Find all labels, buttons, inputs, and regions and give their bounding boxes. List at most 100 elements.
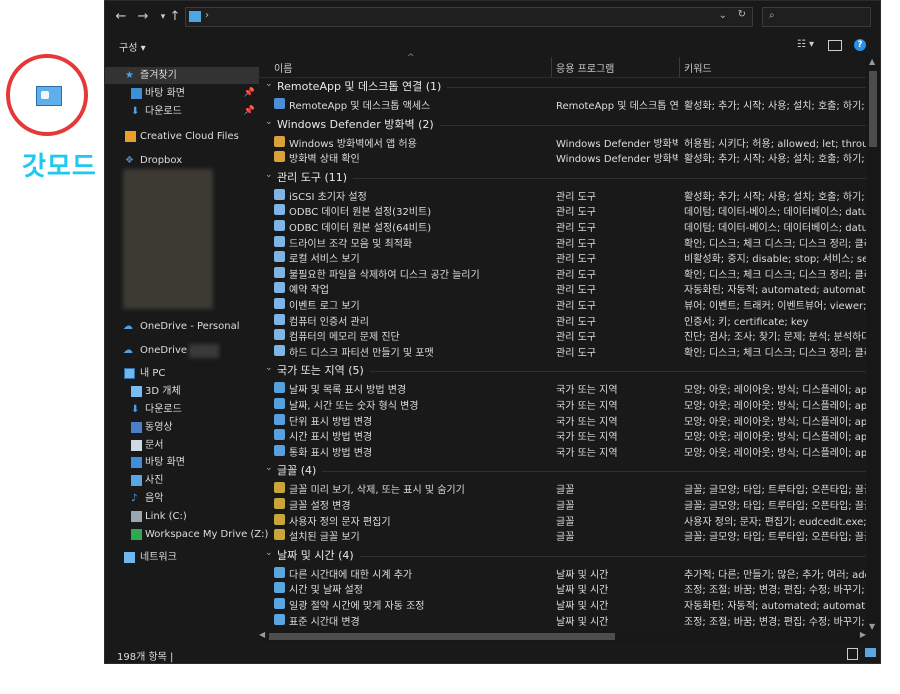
scroll-left-icon[interactable]: ◀ bbox=[259, 630, 265, 639]
vertical-scrollbar[interactable]: ▲ ▼ bbox=[866, 57, 880, 631]
scroll-up-icon[interactable]: ▲ bbox=[869, 57, 875, 66]
control-panel-item-icon bbox=[274, 429, 285, 441]
list-item[interactable]: 컴퓨터의 메모리 문제 진단 관리 도구 진단; 검사; 조사; 찾기; 문제; 분… bbox=[259, 327, 866, 343]
item-keywords: 모양; 아웃; 레이아웃; 방식; 디스플레이; appea bbox=[684, 432, 866, 444]
chevron-down-icon[interactable]: ⌄ bbox=[265, 117, 273, 127]
chevron-down-icon[interactable]: ⌄ bbox=[265, 79, 273, 89]
sidebar-item-downloads-pinned[interactable]: ⬇ 다운로드 📌 bbox=[105, 103, 259, 120]
sidebar-item-onedrive-personal[interactable]: ☁ OneDrive - Personal bbox=[105, 318, 259, 335]
sidebar-item-drive-z[interactable]: Workspace My Drive (Z:) bbox=[105, 526, 268, 543]
group-header[interactable]: ⌄ 국가 또는 지역 (5) bbox=[259, 363, 866, 379]
large-icons-view-icon[interactable] bbox=[865, 648, 876, 657]
up-arrow-icon[interactable]: ↑ bbox=[167, 9, 183, 25]
dropbox-icon: ❖ bbox=[125, 155, 134, 166]
group-header[interactable]: ⌄ 날짜 및 시간 (4) bbox=[259, 548, 866, 564]
sidebar-item-3d-objects[interactable]: 3D 개체 bbox=[105, 383, 259, 400]
item-name: 이벤트 로그 보기 bbox=[289, 301, 360, 312]
chevron-down-icon[interactable]: ⌄ bbox=[265, 170, 273, 180]
control-panel-item-icon bbox=[274, 298, 285, 309]
chevron-down-icon[interactable]: ⌄ bbox=[265, 463, 273, 473]
control-panel-item-icon bbox=[274, 566, 285, 578]
list-item[interactable]: RemoteApp 및 데스크톱 액세스 RemoteApp 및 데스크톱 연결 활… bbox=[259, 96, 866, 112]
list-item[interactable]: ODBC 데이터 원본 설정(64비트) 관리 도구 데이텀; 데이터-베이스; 데… bbox=[259, 218, 866, 234]
column-keywords[interactable]: 키워드 bbox=[684, 60, 712, 75]
sidebar-item-creative-cloud[interactable]: Creative Cloud Files bbox=[105, 128, 259, 145]
list-item[interactable]: ODBC 데이터 원본 설정(32비트) 관리 도구 데이텀; 데이터-베이스; 데… bbox=[259, 202, 866, 218]
list-item[interactable]: 통화 표시 방법 변경 국가 또는 지역 모양; 아웃; 레이아웃; 방식; 디스플… bbox=[259, 443, 866, 459]
scroll-thumb[interactable] bbox=[869, 71, 877, 147]
group-header[interactable]: ⌄ 글꼴 (4) bbox=[259, 463, 866, 479]
list-item[interactable]: 단위 표시 방법 변경 국가 또는 지역 모양; 아웃; 레이아웃; 방식; 디스플… bbox=[259, 412, 866, 428]
sidebar-item-downloads[interactable]: ⬇ 다운로드 bbox=[105, 401, 259, 418]
list-item[interactable]: 날짜, 시간 또는 숫자 형식 변경 국가 또는 지역 모양; 아웃; 레이아웃; … bbox=[259, 396, 866, 412]
list-item[interactable]: 이벤트 로그 보기 관리 도구 뷰어; 이벤트; 트래커; 이벤트뷰어; viewe… bbox=[259, 296, 866, 312]
group-header[interactable]: ⌄ 관리 도구 (11) bbox=[259, 170, 866, 186]
address-field[interactable]: › ⌄ ↻ bbox=[185, 7, 753, 27]
address-dropdown-icon[interactable]: ⌄ bbox=[719, 10, 727, 21]
group-divider bbox=[353, 177, 866, 179]
list-item[interactable]: 설치된 글꼴 보기 글꼴 글꼴; 글모양; 타입; 트루타입; 오픈타입; 끌꼴; bbox=[259, 527, 866, 543]
item-keywords: 조정; 조절; 바꿈; 변경; 편집; 수정; 바꾸기; 다시 bbox=[684, 585, 866, 597]
scroll-down-icon[interactable]: ▼ bbox=[869, 622, 875, 631]
item-name: Windows 방화벽에서 앱 허용 bbox=[289, 138, 417, 150]
item-name: 예약 작업 bbox=[289, 285, 329, 297]
item-name: 날짜 및 목록 표시 방법 변경 bbox=[289, 385, 407, 397]
list-item[interactable]: 로컬 서비스 보기 관리 도구 비활성화; 중지; disable; stop; 서… bbox=[259, 249, 866, 265]
chevron-down-icon[interactable]: ⌄ bbox=[265, 363, 273, 373]
list-item[interactable]: 방화벽 상태 확인 Windows Defender 방화벽 활성화; 추가; 시작… bbox=[259, 149, 866, 165]
sidebar-item-music[interactable]: ♪ 음악 bbox=[105, 490, 259, 507]
organize-button[interactable]: 구성 ▾ bbox=[119, 39, 146, 54]
horizontal-scrollbar[interactable]: ◀ ▶ bbox=[259, 630, 866, 642]
forward-arrow-icon[interactable]: → bbox=[135, 9, 151, 25]
column-app[interactable]: 응용 프로그램 bbox=[556, 60, 614, 75]
list-item[interactable]: 시간 표시 방법 변경 국가 또는 지역 모양; 아웃; 레이아웃; 방식; 디스플… bbox=[259, 427, 866, 443]
group-title: 관리 도구 (11) bbox=[277, 170, 348, 184]
sidebar-item-onedrive-other[interactable]: ☁ OneDrive - bbox=[105, 342, 259, 359]
sidebar-item-network[interactable]: 네트워크 bbox=[105, 549, 259, 566]
list-item[interactable]: 드라이브 조각 모음 및 최적화 관리 도구 확인; 디스크; 체크 디스크; 디스… bbox=[259, 234, 866, 250]
search-box[interactable]: ⌕ bbox=[762, 7, 871, 27]
list-item[interactable]: 불필요한 파일을 삭제하여 디스크 공간 늘리기 관리 도구 확인; 디스크; 체크… bbox=[259, 265, 866, 281]
details-view-icon[interactable] bbox=[847, 648, 858, 660]
scroll-right-icon[interactable]: ▶ bbox=[860, 630, 866, 639]
sidebar-item-this-pc[interactable]: 내 PC bbox=[105, 365, 259, 382]
item-app: 국가 또는 지역 bbox=[556, 385, 618, 397]
back-arrow-icon[interactable]: ← bbox=[113, 9, 129, 25]
group-header[interactable]: ⌄ Windows Defender 방화벽 (2) bbox=[259, 117, 866, 133]
list-item[interactable]: 일광 절약 시간에 맞게 자동 조정 날짜 및 시간 자동화된; 자동적; auto… bbox=[259, 596, 866, 612]
sidebar-item-videos[interactable]: 동영상 bbox=[105, 419, 259, 436]
preview-pane-icon[interactable] bbox=[828, 40, 842, 51]
chevron-down-icon[interactable]: ⌄ bbox=[265, 548, 273, 558]
scroll-thumb[interactable] bbox=[269, 633, 615, 640]
sidebar-item-desktop[interactable]: 바탕 화면 bbox=[105, 454, 259, 471]
list-item[interactable]: 사용자 정의 문자 편집기 글꼴 사용자 정의; 문자; 편집기; eudcedit… bbox=[259, 512, 866, 528]
sidebar-item-documents[interactable]: 문서 bbox=[105, 437, 259, 454]
list-item[interactable]: 컴퓨터 인증서 관리 관리 도구 인증서; 키; certificate; key bbox=[259, 312, 866, 328]
sidebar-item-pictures[interactable]: 사진 bbox=[105, 472, 259, 489]
list-item[interactable]: 예약 작업 관리 도구 자동화된; 자동적; automated; automati… bbox=[259, 280, 866, 296]
list-item[interactable]: 날짜 및 목록 표시 방법 변경 국가 또는 지역 모양; 아웃; 레이아웃; 방식… bbox=[259, 380, 866, 396]
list-item[interactable]: 글꼴 미리 보기, 삭제, 또는 표시 및 숨기기 글꼴 글꼴; 글모양; 타입; … bbox=[259, 480, 866, 496]
list-item[interactable]: 표준 시간대 변경 날짜 및 시간 조정; 조절; 바꿈; 변경; 편집; 수정; … bbox=[259, 612, 866, 628]
sidebar-item-desktop-pinned[interactable]: 바탕 화면 📌 bbox=[105, 85, 259, 102]
refresh-icon[interactable]: ↻ bbox=[738, 9, 746, 20]
sidebar-item-quick-access[interactable]: ★ 즐겨찾기 bbox=[105, 67, 259, 84]
view-options-icon[interactable]: ☷ ▾ bbox=[797, 39, 814, 50]
sidebar-item-drive-c[interactable]: Link (C:) bbox=[105, 508, 259, 525]
list-item[interactable]: 시간 및 날짜 설정 날짜 및 시간 조정; 조절; 바꿈; 변경; 편집; 수정;… bbox=[259, 580, 866, 596]
group-header[interactable]: ⌄ RemoteApp 및 데스크톱 연결 (1) bbox=[259, 79, 866, 95]
list-item[interactable]: 하드 디스크 파티션 만들기 및 포맷 관리 도구 확인; 디스크; 체크 디스크;… bbox=[259, 343, 866, 359]
column-name[interactable]: 이름 bbox=[274, 60, 292, 75]
item-name: 글꼴 미리 보기, 삭제, 또는 표시 및 숨기기 bbox=[289, 485, 465, 497]
sidebar-item-dropbox[interactable]: ❖ Dropbox bbox=[105, 152, 259, 169]
item-app: 날짜 및 시간 bbox=[556, 616, 609, 628]
list-item[interactable]: iSCSI 초기자 설정 관리 도구 활성화; 추가; 시작; 사용; 설치; 호출… bbox=[259, 187, 866, 203]
list-item[interactable]: 다른 시간대에 대한 시계 추가 날짜 및 시간 추가적; 다른; 만들기; 많은;… bbox=[259, 565, 866, 581]
help-icon[interactable]: ? bbox=[854, 39, 866, 51]
sidebar-item-label: 바탕 화면 bbox=[145, 88, 185, 99]
column-divider[interactable] bbox=[551, 57, 552, 77]
list-item[interactable]: 글꼴 설정 변경 글꼴 글꼴; 글모양; 타입; 트루타입; 오픈타입; 끌꼴; bbox=[259, 496, 866, 512]
column-divider[interactable] bbox=[679, 57, 680, 77]
list-item[interactable]: Windows 방화벽에서 앱 허용 Windows Defender 방화벽 허용… bbox=[259, 134, 866, 150]
control-panel-item-icon bbox=[274, 329, 285, 341]
